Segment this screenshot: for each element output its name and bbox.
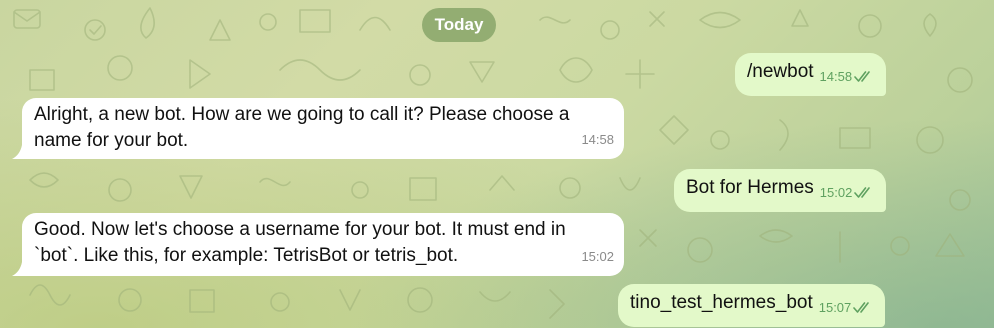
- outgoing-message[interactable]: tino_test_hermes_bot 15:07: [618, 284, 886, 327]
- double-check-icon: [854, 187, 871, 198]
- outgoing-message[interactable]: /newbot 14:58: [735, 53, 887, 96]
- message-time: 14:58: [581, 132, 614, 147]
- bubble-tail: [12, 262, 28, 276]
- message-time: 15:07: [818, 300, 852, 315]
- chat-background-pattern: [13, 7, 973, 319]
- bubble-tail: [12, 145, 28, 159]
- message-text: tino_test_hermes_bot: [630, 292, 813, 313]
- message-time: 15:02: [819, 185, 853, 200]
- chat-window: Today /newbot 14:58 Alright, a new bot. H…: [0, 0, 994, 328]
- message-text: /newbot: [747, 61, 814, 82]
- message-meta: 15:07: [819, 295, 874, 321]
- double-check-icon: [853, 302, 870, 313]
- message-time: 14:58: [819, 69, 853, 84]
- outgoing-message[interactable]: Bot for Hermes 15:02: [674, 169, 887, 212]
- message-text: Alright, a new bot. How are we going to …: [34, 104, 570, 151]
- message-meta: 14:58: [820, 64, 875, 90]
- message-text: Bot for Hermes: [686, 177, 814, 198]
- incoming-message[interactable]: Alright, a new bot. How are we going to …: [22, 98, 624, 159]
- message-time: 15:02: [581, 249, 614, 264]
- date-separator: Today: [422, 8, 496, 42]
- double-check-icon: [854, 71, 870, 82]
- message-text: Good. Now let's choose a username for yo…: [34, 219, 566, 266]
- incoming-message[interactable]: Good. Now let's choose a username for yo…: [22, 213, 624, 276]
- message-meta: 15:02: [820, 180, 875, 206]
